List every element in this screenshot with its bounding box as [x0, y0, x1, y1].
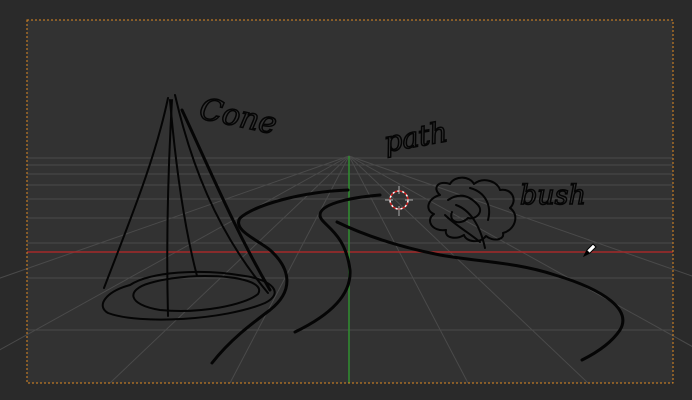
bush-label: bush	[520, 180, 586, 211]
viewport-canvas[interactable]: Cone path bush	[0, 0, 692, 400]
3d-viewport[interactable]: Cone path bush	[0, 0, 692, 400]
